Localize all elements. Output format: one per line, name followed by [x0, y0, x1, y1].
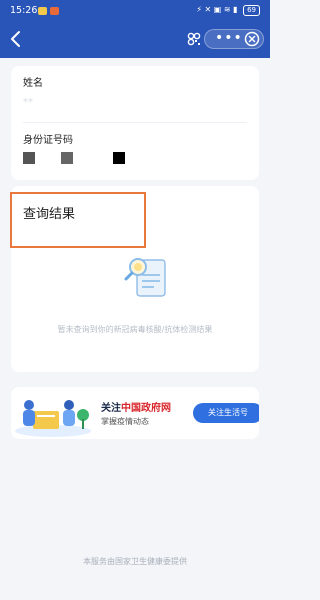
name-label: 姓名: [23, 78, 43, 89]
status-time: 15:26: [10, 5, 38, 16]
gov-follow-banner[interactable]: 关注中国政府网 掌握疫情动态 关注生活号: [11, 387, 259, 439]
status-icons: ⚡ ✕ ▣ ≋ ▮ 69: [196, 5, 260, 16]
banner-title-highlight: 中国政府网: [121, 403, 171, 414]
scan-icon[interactable]: [186, 31, 202, 47]
footer-provider-text: 本服务由国家卫生健康委提供: [83, 557, 187, 566]
name-value: **: [23, 97, 33, 108]
banner-subtitle: 掌握疫情动态: [101, 417, 149, 426]
health-workers-illustration: [15, 400, 91, 437]
empty-result-message: 暂未查询到你的新冠病毒核酸/抗体检测结果: [57, 325, 213, 334]
redaction-block: [23, 152, 35, 164]
follow-button[interactable]: 关注生活号: [193, 403, 259, 423]
status-bar: 15:26 ⚡ ✕ ▣ ≋ ▮ 69: [0, 0, 270, 22]
header-bar: 15:26 ⚡ ✕ ▣ ≋ ▮ 69 •••: [0, 0, 270, 58]
status-icons-glyphs: ⚡ ✕ ▣ ≋ ▮: [196, 5, 238, 14]
redaction-block: [61, 152, 73, 164]
identity-card: 姓名 ** 身份证号码: [11, 66, 259, 180]
banner-title: 关注中国政府网: [101, 399, 171, 414]
divider: [23, 122, 247, 123]
search-document-icon: [124, 258, 166, 297]
id-number-label: 身份证号码: [23, 135, 73, 146]
annotation-highlight-box: [10, 192, 146, 248]
chevron-left-icon[interactable]: [8, 30, 24, 48]
notification-icon: [38, 7, 47, 15]
more-button[interactable]: •••: [215, 29, 243, 47]
banner-title-prefix: 关注: [101, 403, 121, 414]
close-circle-icon[interactable]: [244, 31, 260, 47]
app-notification-icon: [50, 7, 59, 15]
redaction-block: [113, 152, 125, 164]
battery-icon: 69: [243, 5, 260, 16]
